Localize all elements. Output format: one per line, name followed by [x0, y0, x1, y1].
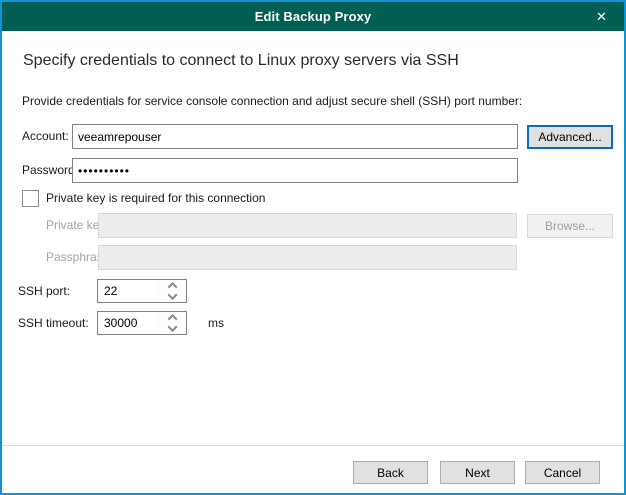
back-button[interactable]: Back [353, 461, 428, 484]
advanced-button[interactable]: Advanced... [527, 125, 613, 149]
ssh-port-value[interactable]: 22 [98, 280, 158, 302]
description-text: Provide credentials for service console … [22, 94, 522, 108]
passphrase-input [98, 245, 517, 270]
browse-button: Browse... [527, 214, 613, 238]
footer-divider [2, 445, 624, 446]
ssh-timeout-label: SSH timeout: [18, 311, 89, 335]
edit-backup-proxy-dialog: Edit Backup Proxy ✕ Specify credentials … [0, 0, 626, 495]
account-label: Account: [22, 124, 69, 149]
close-icon[interactable]: ✕ [579, 2, 624, 31]
titlebar: Edit Backup Proxy [2, 2, 624, 31]
ssh-timeout-spinner: 30000 [97, 311, 187, 335]
chevron-down-icon [167, 322, 177, 332]
ssh-timeout-unit: ms [208, 311, 224, 335]
page-title: Specify credentials to connect to Linux … [23, 52, 459, 70]
ssh-port-spinner: 22 [97, 279, 187, 303]
ssh-timeout-spin-down-button[interactable] [158, 323, 186, 334]
account-input[interactable] [72, 124, 518, 149]
ssh-port-spin-down-button[interactable] [158, 291, 186, 302]
ssh-timeout-value[interactable]: 30000 [98, 312, 158, 334]
chevron-down-icon [167, 290, 177, 300]
window-title: Edit Backup Proxy [255, 9, 372, 24]
private-key-input [98, 213, 517, 238]
password-label: Password: [22, 158, 78, 183]
cancel-button[interactable]: Cancel [525, 461, 600, 484]
private-key-checkbox[interactable] [22, 190, 39, 207]
next-button[interactable]: Next [440, 461, 515, 484]
private-key-checkbox-label: Private key is required for this connect… [46, 190, 265, 207]
password-input[interactable] [72, 158, 518, 183]
ssh-port-label: SSH port: [18, 279, 70, 303]
